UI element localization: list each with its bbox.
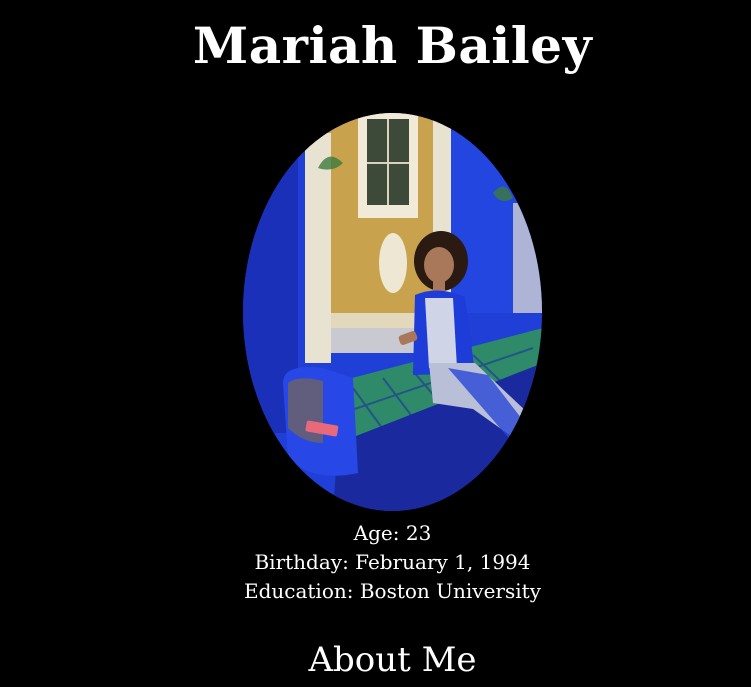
profile-info: Age: 23 Birthday: February 1, 1994 Educa… (0, 519, 751, 606)
about-me-heading: About Me (308, 640, 477, 680)
plaster-medallion (379, 233, 407, 293)
education-line: Education: Boston University (243, 579, 541, 603)
profile-photo-illustration (243, 113, 542, 511)
profile-name: Mariah Bailey (192, 16, 593, 75)
age-line: Age: 23 (353, 521, 432, 545)
profile-photo (243, 113, 542, 511)
birthday-line: Birthday: February 1, 1994 (254, 550, 531, 574)
profile-page: Mariah Bailey Age: 23 Birthday: February… (0, 0, 751, 687)
